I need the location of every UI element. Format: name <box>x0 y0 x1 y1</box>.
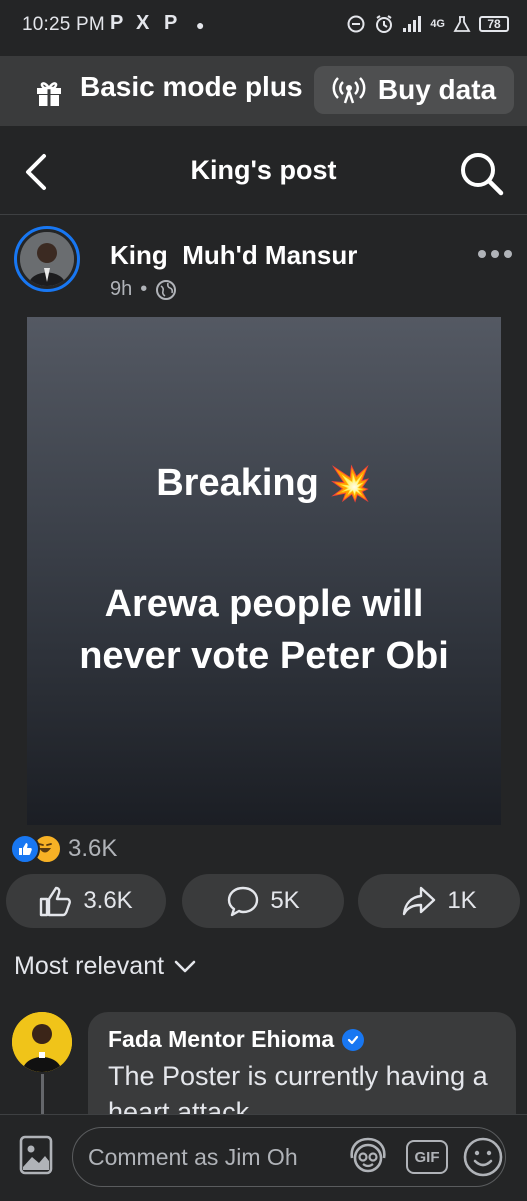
post-body: Arewa people will never vote Peter Obi <box>27 578 501 682</box>
buy-data-button[interactable]: Buy data <box>314 66 514 114</box>
sort-label: Most relevant <box>14 952 165 980</box>
alarm-icon <box>376 15 393 33</box>
author-name[interactable]: King Muh'd Mansur <box>110 240 357 271</box>
verified-badge-icon <box>342 1028 365 1051</box>
person-icon <box>20 232 74 286</box>
share-count: 1K <box>447 887 477 914</box>
meta-separator: • <box>140 278 148 300</box>
thumbs-up-icon <box>40 886 72 917</box>
lab-icon <box>453 16 471 32</box>
person-icon <box>12 1012 72 1072</box>
avatar-sticker-icon[interactable] <box>346 1136 390 1176</box>
comment-count: 5K <box>270 887 300 914</box>
battery-icon: 78 <box>479 16 509 32</box>
comment-button[interactable]: 5K <box>182 874 344 928</box>
status-dot-icon: ● <box>196 17 205 33</box>
data-saver-icon <box>347 15 365 33</box>
collision-emoji-icon: 💥 <box>329 465 372 503</box>
page-title: King's post <box>190 155 337 185</box>
reaction-count: 3.6K <box>68 835 118 862</box>
status-time: 10:25 PM <box>22 14 105 35</box>
share-button[interactable]: 1K <box>358 874 520 928</box>
more-dot-icon <box>504 250 512 258</box>
globe-icon <box>156 279 177 300</box>
author-avatar[interactable] <box>14 226 80 292</box>
share-arrow-icon <box>403 886 436 916</box>
chevron-down-icon <box>174 960 196 972</box>
more-options-button[interactable] <box>474 244 516 264</box>
gift-icon <box>37 82 61 106</box>
avatar-photo <box>20 232 74 286</box>
post-headline: Breaking 💥 <box>27 462 501 505</box>
photo-icon[interactable] <box>18 1134 56 1176</box>
comment-bubble-icon <box>228 886 259 917</box>
like-reaction-icon <box>10 834 40 864</box>
post-line-2: never vote Peter Obi <box>79 635 449 677</box>
like-button[interactable]: 3.6K <box>6 874 166 928</box>
headline-text: Breaking <box>156 462 319 504</box>
more-dot-icon <box>478 250 486 258</box>
like-count: 3.6K <box>83 887 133 914</box>
gif-label: GIF <box>414 1148 440 1166</box>
buy-data-label: Buy data <box>377 74 497 105</box>
network-type: 4G <box>430 18 445 30</box>
commenter-avatar[interactable] <box>12 1012 72 1072</box>
signal-icon <box>403 16 422 32</box>
emoji-icon[interactable] <box>462 1136 504 1178</box>
status-right-icons: 4G 78 <box>346 14 509 34</box>
comment-sort-dropdown[interactable]: Most relevant <box>14 952 196 981</box>
reactions-summary[interactable]: 3.6K <box>10 834 117 864</box>
status-app-icon-p: P <box>110 12 124 34</box>
search-icon[interactable] <box>456 148 506 198</box>
commenter-name-row: Fada Mentor Ehioma <box>108 1026 365 1053</box>
post-line-1: Arewa people will <box>104 583 424 625</box>
status-app-icon-p2: P <box>164 12 178 34</box>
post-image[interactable] <box>27 317 501 825</box>
basic-mode-label: Basic mode plus <box>80 71 303 102</box>
post-time: 9h <box>110 278 133 300</box>
thread-line <box>41 1074 44 1114</box>
post-meta: 9h • <box>110 278 177 301</box>
status-app-icon-x: X <box>136 12 150 34</box>
commenter-name[interactable]: Fada Mentor Ehioma <box>108 1026 334 1053</box>
broadcast-icon <box>332 77 366 104</box>
gif-button[interactable]: GIF <box>406 1140 448 1174</box>
comment-placeholder: Comment as Jim Oh <box>88 1144 298 1170</box>
more-dot-icon <box>491 250 499 258</box>
